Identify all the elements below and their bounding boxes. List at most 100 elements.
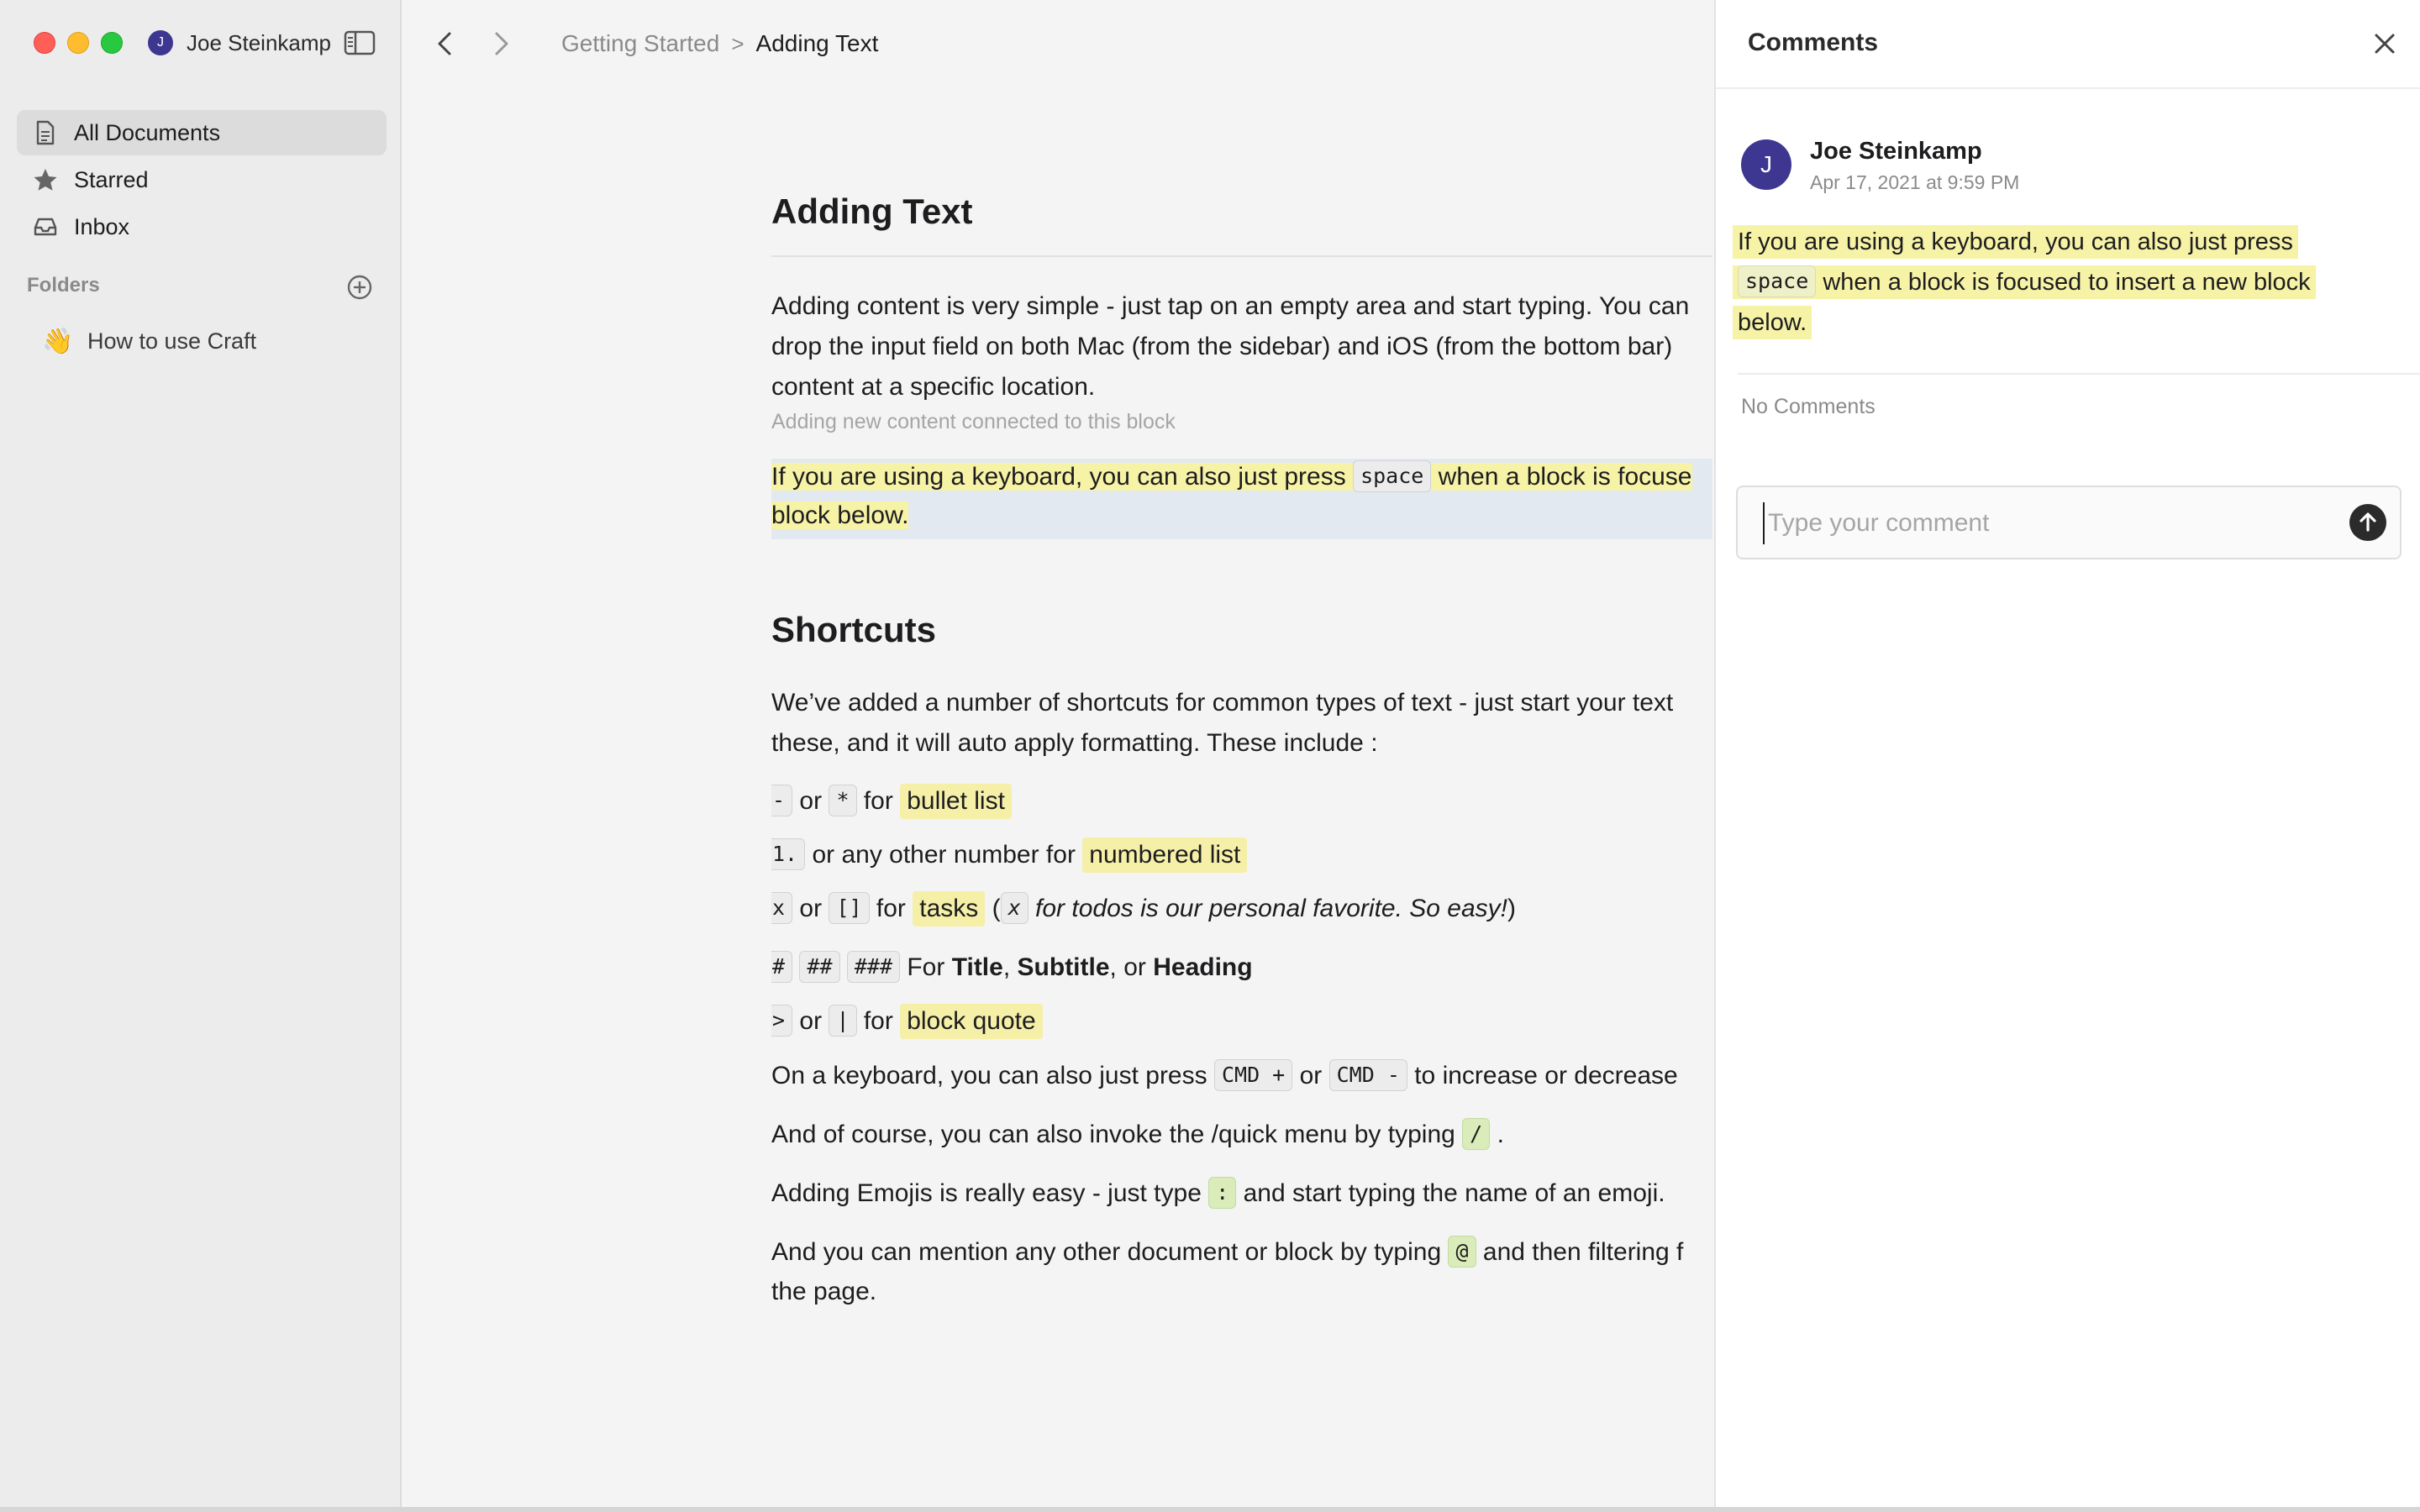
- paragraph-mentions[interactable]: And you can mention any other document o…: [771, 1232, 1712, 1273]
- highlighted-paragraph-line[interactable]: If you are using a keyboard, you can als…: [771, 457, 1712, 497]
- document-icon: [32, 119, 59, 146]
- minimize-window-button[interactable]: [67, 32, 89, 54]
- text: ,: [1002, 953, 1011, 981]
- highlighted-label: tasks: [913, 891, 986, 927]
- paragraph-line[interactable]: drop the input field on both Mac (from t…: [771, 327, 1712, 367]
- comments-panel: Comments J Joe Steinkamp Apr 17, 2021 at…: [1714, 0, 2420, 1512]
- inline-code: ###: [846, 951, 901, 983]
- text: or any other number for: [812, 841, 1076, 869]
- inline-code: x: [771, 892, 793, 924]
- document-title[interactable]: Adding Text: [771, 192, 973, 232]
- text: , or: [1109, 953, 1146, 981]
- text: For: [907, 953, 945, 981]
- highlighted-paragraph-line[interactable]: block below.: [771, 496, 1712, 536]
- no-comments-label: No Comments: [1741, 395, 1876, 418]
- highlighted-text: If you are using a keyboard, you can als…: [771, 463, 1354, 491]
- inline-code: ##: [799, 951, 840, 983]
- inline-code: -: [771, 785, 793, 816]
- waving-hand-icon: 👋: [42, 327, 74, 355]
- inline-code: []: [829, 892, 870, 924]
- add-folder-icon[interactable]: [345, 272, 375, 302]
- text: or: [1299, 1062, 1323, 1089]
- inline-code: x: [1000, 892, 1028, 924]
- text: And of course, you can also invoke the /…: [771, 1121, 1455, 1148]
- inline-code: :: [1208, 1177, 1237, 1209]
- quoted-text: below.: [1733, 306, 1812, 339]
- sidebar-toggle-icon[interactable]: [343, 29, 376, 57]
- paragraph-line[interactable]: these, and it will auto apply formatting…: [771, 723, 1712, 764]
- comment-timestamp: Apr 17, 2021 at 9:59 PM: [1810, 171, 2020, 193]
- comments-title: Comments: [1748, 29, 1879, 56]
- sidebar-item-label: Inbox: [74, 213, 130, 239]
- text: and start typing the name of an emoji.: [1243, 1179, 1665, 1207]
- quoted-text: when a block is focused to insert a new …: [1823, 269, 2311, 296]
- text: to increase or decrease: [1414, 1062, 1678, 1089]
- shortcut-block-quote[interactable]: > or | for block quote: [771, 1001, 1712, 1042]
- text: Adding Emojis is really easy - just type: [771, 1179, 1202, 1207]
- panel-divider: [1716, 87, 2420, 89]
- highlighted-label: block quote: [900, 1004, 1043, 1039]
- text: (: [992, 895, 1001, 922]
- sidebar-item-label: Starred: [74, 166, 149, 192]
- avatar: J: [1741, 139, 1791, 190]
- text: or: [799, 895, 823, 922]
- comment-composer: [1736, 486, 2402, 559]
- shortcut-bullet-list[interactable]: - or * for bullet list: [771, 781, 1712, 822]
- inline-code: space: [1738, 265, 1817, 297]
- inline-code: >: [771, 1005, 793, 1037]
- text: for: [863, 1007, 893, 1035]
- breadcrumb-parent[interactable]: Getting Started: [561, 29, 719, 59]
- text: On a keyboard, you can also just press: [771, 1062, 1207, 1089]
- user-avatar[interactable]: J: [148, 30, 173, 55]
- highlighted-text: block below.: [771, 501, 909, 529]
- paragraph-keyboard-zoom[interactable]: On a keyboard, you can also just press C…: [771, 1056, 1712, 1096]
- inbox-icon: [32, 213, 59, 240]
- paragraph-quick-menu[interactable]: And of course, you can also invoke the /…: [771, 1115, 1712, 1155]
- comment-divider: [1738, 373, 2420, 375]
- italic-note: for todos is our personal favorite. So e…: [1035, 895, 1507, 922]
- paragraph-emojis[interactable]: Adding Emojis is really easy - just type…: [771, 1173, 1712, 1214]
- window-bottom-edge: [0, 1507, 2420, 1512]
- section-heading[interactable]: Shortcuts: [771, 610, 936, 650]
- close-window-button[interactable]: [34, 32, 55, 54]
- quoted-block-text[interactable]: If you are using a keyboard, you can als…: [1733, 222, 2388, 343]
- paragraph-line[interactable]: content at a specific location.: [771, 367, 1712, 407]
- inline-code: CMD -: [1328, 1059, 1407, 1091]
- shortcut-numbered-list[interactable]: 1. or any other number for numbered list: [771, 835, 1712, 875]
- highlighted-label: numbered list: [1082, 837, 1248, 873]
- folder-label: How to use Craft: [87, 328, 257, 354]
- text: for: [876, 895, 906, 922]
- forward-arrow-icon[interactable]: [484, 27, 518, 60]
- shortcut-headings[interactable]: # ## ### For Title, Subtitle, or Heading: [771, 948, 1712, 988]
- title-divider: [771, 255, 1712, 257]
- back-arrow-icon[interactable]: [429, 27, 462, 60]
- sidebar: J Joe Steinkamp All Documents Starred In…: [0, 0, 402, 1512]
- bold-text: Title: [951, 953, 1003, 981]
- paragraph-line[interactable]: the page.: [771, 1272, 1712, 1312]
- shortcut-tasks[interactable]: x or [] for tasks (x for todos is our pe…: [771, 889, 1712, 929]
- paragraph-line[interactable]: Adding content is very simple - just tap…: [771, 286, 1712, 327]
- connected-block-hint[interactable]: Adding new content connected to this blo…: [771, 410, 1176, 434]
- text: .: [1497, 1121, 1504, 1148]
- text: for: [863, 787, 893, 815]
- inline-code: |: [829, 1005, 857, 1037]
- comment-author: Joe Steinkamp: [1810, 138, 1982, 165]
- arrow-up-icon: [2360, 512, 2376, 532]
- folder-item-how-to-use-craft[interactable]: 👋 How to use Craft: [42, 324, 256, 358]
- sidebar-item-starred[interactable]: Starred: [17, 157, 387, 202]
- text: or: [799, 1007, 823, 1035]
- zoom-window-button[interactable]: [101, 32, 123, 54]
- text: And you can mention any other document o…: [771, 1238, 1442, 1266]
- inline-code: #: [771, 951, 793, 983]
- sidebar-item-inbox[interactable]: Inbox: [17, 204, 387, 249]
- folders-heading: Folders: [27, 274, 100, 297]
- paragraph-line[interactable]: We’ve added a number of shortcuts for co…: [771, 683, 1712, 723]
- comment-input[interactable]: [1763, 502, 2341, 544]
- document-editor[interactable]: Adding Text Adding content is very simpl…: [771, 0, 1712, 1512]
- inline-code: *: [829, 785, 857, 816]
- close-icon[interactable]: [2368, 27, 2402, 60]
- bold-text: Heading: [1153, 953, 1253, 981]
- user-name[interactable]: Joe Steinkamp: [187, 30, 331, 55]
- send-comment-button[interactable]: [2349, 504, 2386, 541]
- sidebar-item-all-documents[interactable]: All Documents: [17, 110, 387, 155]
